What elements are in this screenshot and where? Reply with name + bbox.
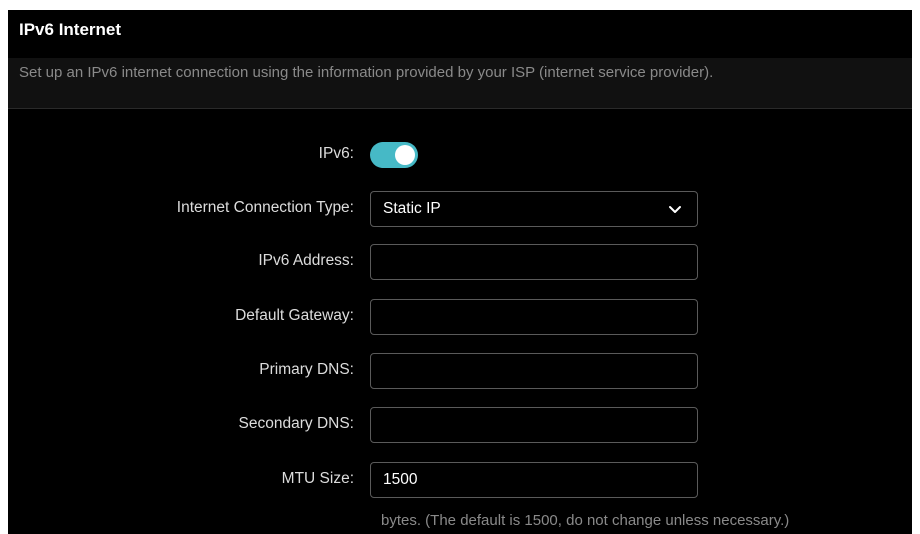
chevron-down-icon (669, 206, 681, 213)
mtu-size-label: MTU Size: (281, 470, 354, 487)
connection-type-label: Internet Connection Type: (176, 199, 354, 216)
connection-type-row: Internet Connection Type: Static IP (8, 191, 912, 227)
ipv6-address-field[interactable] (370, 244, 698, 280)
section-description: Set up an IPv6 internet connection using… (19, 64, 714, 81)
ipv6-row: IPv6: (8, 137, 912, 173)
primary-dns-label: Primary DNS: (259, 361, 354, 378)
secondary-dns-input[interactable] (371, 408, 697, 442)
section-title: IPv6 Internet (19, 20, 122, 39)
default-gateway-input[interactable] (371, 300, 697, 334)
mtu-hint: bytes. (The default is 1500, do not chan… (381, 512, 790, 529)
secondary-dns-row: Secondary DNS: (8, 407, 912, 443)
mtu-size-row: MTU Size: (8, 462, 912, 498)
ipv6-address-label: IPv6 Address: (258, 252, 354, 269)
ipv6-address-row: IPv6 Address: (8, 244, 912, 280)
toggle-knob (395, 145, 415, 165)
connection-type-value: Static IP (383, 200, 441, 217)
ipv6-toggle[interactable] (370, 142, 418, 168)
default-gateway-row: Default Gateway: (8, 299, 912, 335)
mtu-size-field[interactable] (370, 462, 698, 498)
primary-dns-input[interactable] (371, 354, 697, 388)
connection-type-select[interactable]: Static IP (370, 191, 698, 227)
secondary-dns-field[interactable] (370, 407, 698, 443)
divider (8, 108, 912, 109)
primary-dns-row: Primary DNS: (8, 353, 912, 389)
ipv6-label: IPv6: (318, 145, 354, 162)
mtu-size-input[interactable] (371, 463, 697, 497)
secondary-dns-label: Secondary DNS: (238, 415, 354, 432)
default-gateway-label: Default Gateway: (235, 307, 354, 324)
default-gateway-field[interactable] (370, 299, 698, 335)
ipv6-address-input[interactable] (371, 245, 697, 279)
primary-dns-field[interactable] (370, 353, 698, 389)
ipv6-internet-panel: IPv6 Internet Set up an IPv6 internet co… (8, 10, 912, 534)
